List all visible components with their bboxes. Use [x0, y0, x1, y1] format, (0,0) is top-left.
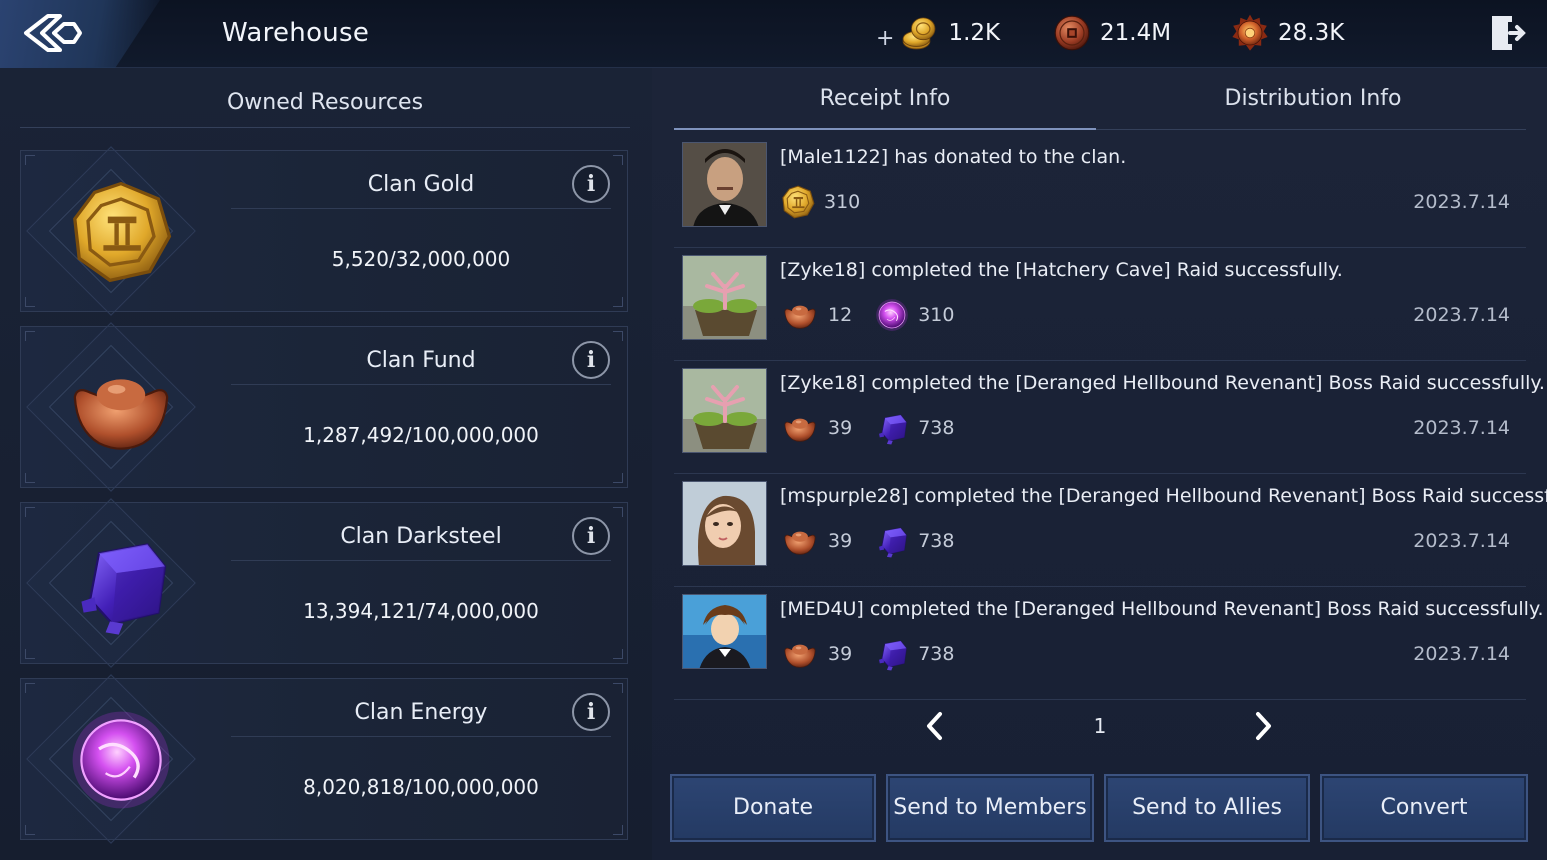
resource-amount: 13,394,121/74,000,000: [303, 599, 539, 623]
currency-copper-value: 21.4M: [1100, 20, 1172, 46]
exit-button[interactable]: [1488, 12, 1528, 54]
tab-receipt-info[interactable]: Receipt Info: [674, 68, 1096, 130]
reward-amount: 39: [828, 530, 853, 552]
reward-list: 39 738: [780, 523, 968, 559]
log-message: [mspurple28] completed the [Deranged Hel…: [780, 485, 1547, 507]
resource-name: Clan Energy: [231, 697, 611, 737]
resource-name: Clan Gold: [231, 169, 611, 209]
donate-button[interactable]: Donate: [670, 774, 876, 842]
info-icon[interactable]: i: [572, 693, 610, 731]
plant-portrait-image: [683, 256, 766, 339]
back-arrow-icon: [24, 14, 82, 52]
gold-coins-icon: [898, 12, 940, 54]
resource-amount: 8,020,818/100,000,000: [303, 775, 539, 799]
log-row: [Zyke18] completed the [Hatchery Cave] R…: [674, 249, 1526, 361]
reward-list: 310: [780, 184, 874, 220]
resource-card-clan-energy: Clan Energy i 8,020,818/100,000,000: [20, 674, 628, 844]
clan-energy-icon: [874, 297, 910, 333]
avatar[interactable]: [682, 255, 767, 340]
owned-resources-panel: Owned Resources Clan Gold i 5,520/32,000…: [0, 68, 652, 860]
woman-portrait-image: [683, 482, 766, 565]
clan-darksteel-icon: [874, 410, 910, 446]
chevron-right-icon: [1256, 712, 1271, 740]
reward-list: 39 738: [780, 410, 968, 446]
log-message: [Zyke18] completed the [Hatchery Cave] R…: [780, 259, 1343, 281]
info-icon[interactable]: i: [572, 165, 610, 203]
log-date: 2023.7.14: [1413, 191, 1510, 213]
info-icon[interactable]: i: [572, 517, 610, 555]
clan-fund-icon: [780, 636, 820, 672]
plant-portrait-image: [683, 369, 766, 452]
clan-gold-icon: [780, 184, 816, 220]
clan-gold-icon: [66, 177, 176, 287]
log-row: [Male1122] has donated to the clan. 310 …: [674, 136, 1526, 248]
reward-amount: 39: [828, 643, 853, 665]
currency-medal: 28.3K: [1230, 12, 1344, 54]
previous-page-button[interactable]: [920, 708, 950, 744]
send-to-members-button[interactable]: Send to Members: [886, 774, 1094, 842]
avatar[interactable]: [682, 481, 767, 566]
info-tabs: Receipt Info Distribution Info: [674, 68, 1526, 130]
clan-fund-icon: [780, 297, 820, 333]
reward-amount: 738: [918, 417, 955, 439]
log-message: [Zyke18] completed the [Deranged Hellbou…: [780, 372, 1545, 394]
anime-portrait-image: [683, 595, 766, 668]
log-row: [mspurple28] completed the [Deranged Hel…: [674, 475, 1547, 587]
back-button[interactable]: [18, 12, 90, 54]
owned-resources-heading: Owned Resources: [20, 82, 630, 128]
currency-medal-value: 28.3K: [1278, 20, 1345, 46]
log-message: [MED4U] completed the [Deranged Hellboun…: [780, 598, 1544, 620]
resource-name: Clan Fund: [231, 345, 611, 385]
copper-coin-icon: [1052, 13, 1092, 53]
clan-darksteel-icon: [874, 636, 910, 672]
clan-darksteel-icon: [66, 529, 176, 639]
resource-card-clan-fund: Clan Fund i 1,287,492/100,000,000: [20, 322, 628, 492]
resource-amount: 1,287,492/100,000,000: [303, 423, 539, 447]
resource-card-clan-darksteel: Clan Darksteel i 13,394,121/74,000,000: [20, 498, 628, 668]
log-date: 2023.7.14: [1413, 643, 1510, 665]
man-portrait-image: [683, 143, 766, 226]
clan-fund-icon: [66, 353, 176, 463]
log-date: 2023.7.14: [1413, 304, 1510, 326]
page-title: Warehouse: [222, 18, 370, 48]
exit-door-icon: [1492, 16, 1526, 50]
tab-distribution-info[interactable]: Distribution Info: [1100, 68, 1526, 130]
convert-resources-button[interactable]: Convert Resources: [1320, 774, 1528, 860]
medal-coin-icon: [1230, 13, 1270, 53]
log-row: [MED4U] completed the [Deranged Hellboun…: [674, 588, 1544, 700]
plus-icon[interactable]: +: [876, 26, 894, 51]
resource-amount: 5,520/32,000,000: [331, 247, 511, 271]
top-bar: Warehouse + 1.2K 21.4M 28.3K: [0, 0, 1547, 68]
log-message: [Male1122] has donated to the clan.: [780, 146, 1127, 168]
log-date: 2023.7.14: [1413, 417, 1510, 439]
avatar[interactable]: [682, 142, 767, 227]
clan-fund-icon: [780, 410, 820, 446]
avatar[interactable]: [682, 594, 767, 669]
reward-amount: 738: [918, 643, 955, 665]
chevron-left-icon: [927, 712, 942, 740]
reward-amount: 39: [828, 417, 853, 439]
clan-darksteel-icon: [874, 523, 910, 559]
page-number: 1: [1093, 714, 1107, 738]
log-date: 2023.7.14: [1413, 530, 1510, 552]
reward-amount: 738: [918, 530, 955, 552]
clan-energy-icon: [66, 705, 176, 815]
reward-list: 39 738: [780, 636, 968, 672]
currency-gold-value: 1.2K: [948, 20, 1001, 46]
resource-card-clan-gold: Clan Gold i 5,520/32,000,000: [20, 146, 628, 316]
reward-list: 12 310: [780, 297, 968, 333]
currency-copper: 21.4M: [1052, 12, 1171, 54]
clan-log-panel: Receipt Info Distribution Info [Male1122…: [652, 68, 1547, 860]
log-row: [Zyke18] completed the [Deranged Hellbou…: [674, 362, 1545, 474]
currency-gold[interactable]: + 1.2K: [876, 12, 1000, 54]
reward-amount: 310: [824, 191, 861, 213]
avatar[interactable]: [682, 368, 767, 453]
clan-fund-icon: [780, 523, 820, 559]
info-icon[interactable]: i: [572, 341, 610, 379]
reward-amount: 310: [918, 304, 955, 326]
resource-name: Clan Darksteel: [231, 521, 611, 561]
send-to-allies-button[interactable]: Send to Allies: [1104, 774, 1310, 842]
next-page-button[interactable]: [1248, 708, 1278, 744]
reward-amount: 12: [828, 304, 853, 326]
